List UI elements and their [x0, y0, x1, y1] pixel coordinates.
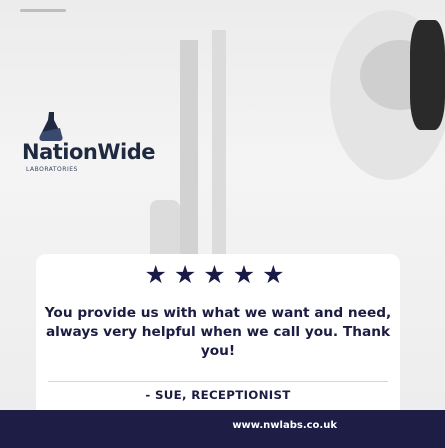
footer-bar: www.nwlabs.co.uk	[0, 410, 445, 448]
brand-name: NationWide	[22, 140, 156, 164]
background-object	[180, 40, 198, 270]
divider	[48, 381, 388, 382]
testimonial-quote: You provide us with what we want and nee…	[44, 305, 392, 359]
star-rating: ★★★★★	[144, 260, 292, 289]
testimonial-card: ★★★★★ You provide us with what we want a…	[36, 254, 400, 412]
brand-tagline: LABORATORIES	[26, 166, 78, 173]
flask-mark-icon	[39, 112, 63, 141]
background-object	[212, 30, 226, 270]
testimonial-author: - SUE, RECEPTIONIST	[145, 388, 291, 402]
decorative-stripe	[20, 9, 66, 12]
background-object	[410, 20, 445, 130]
website-link[interactable]: www.nwlabs.co.uk	[232, 420, 337, 431]
